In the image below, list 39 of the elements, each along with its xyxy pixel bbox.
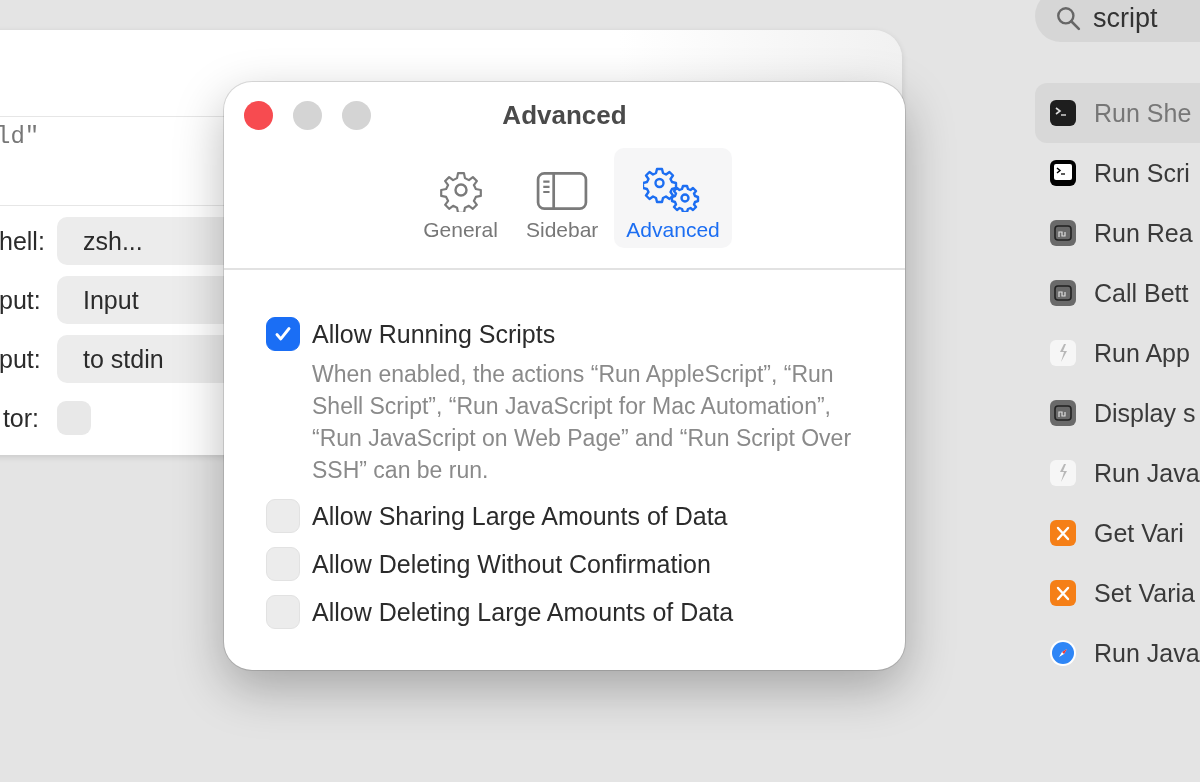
terminal-icon — [1049, 159, 1077, 187]
window-title: Advanced — [502, 99, 627, 131]
script-text: ld" — [0, 123, 40, 150]
variable-icon — [1049, 579, 1077, 607]
option-label: Allow Sharing Large Amounts of Data — [312, 501, 728, 531]
action-item[interactable]: Get Vari — [1035, 503, 1200, 563]
checkbox[interactable] — [266, 317, 300, 351]
action-item[interactable]: Run Java — [1035, 443, 1200, 503]
toolbar-tab[interactable]: General — [411, 148, 510, 248]
toolbar-tab[interactable]: Advanced — [614, 148, 732, 248]
action-item[interactable]: Set Varia — [1035, 563, 1200, 623]
sidebar-icon — [536, 170, 589, 212]
action-item[interactable]: Call Bett — [1035, 263, 1200, 323]
app-icon — [1049, 399, 1077, 427]
script-icon — [1049, 459, 1077, 487]
field-label: put: — [0, 344, 39, 374]
search-icon — [1055, 5, 1081, 31]
field-label: tor: — [1, 403, 39, 433]
app-icon — [1049, 279, 1077, 307]
toolbar-tab[interactable]: Sidebar — [513, 148, 611, 248]
action-item[interactable]: Run Scri — [1035, 143, 1200, 203]
variable-icon — [1049, 519, 1077, 547]
search-field[interactable]: script — [1035, 0, 1200, 42]
action-item[interactable]: Run App — [1035, 323, 1200, 383]
minimize-button[interactable] — [293, 101, 322, 130]
app-icon — [1049, 219, 1077, 247]
zoom-button[interactable] — [342, 101, 371, 130]
field-label: put: — [0, 285, 39, 315]
action-item[interactable]: Run Rea — [1035, 203, 1200, 263]
close-button[interactable] — [244, 101, 273, 130]
option-label: Allow Deleting Large Amounts of Data — [312, 597, 734, 627]
script-icon — [1049, 339, 1077, 367]
terminal-icon — [1049, 99, 1077, 127]
action-item[interactable]: Display s — [1035, 383, 1200, 443]
compass-icon — [1049, 639, 1077, 667]
option-description: When enabled, the actions “Run AppleScript”, “Run Shell Script”, “Run JavaScript for Mac Automation”, “Run JavaScript on Web Page” and “Run Script Over SSH” can be run. — [312, 360, 853, 485]
option-label: Allow Running Scripts — [312, 319, 556, 349]
action-item[interactable]: Run Java — [1035, 623, 1200, 683]
option-label: Allow Deleting Without Confirmation — [312, 549, 711, 579]
